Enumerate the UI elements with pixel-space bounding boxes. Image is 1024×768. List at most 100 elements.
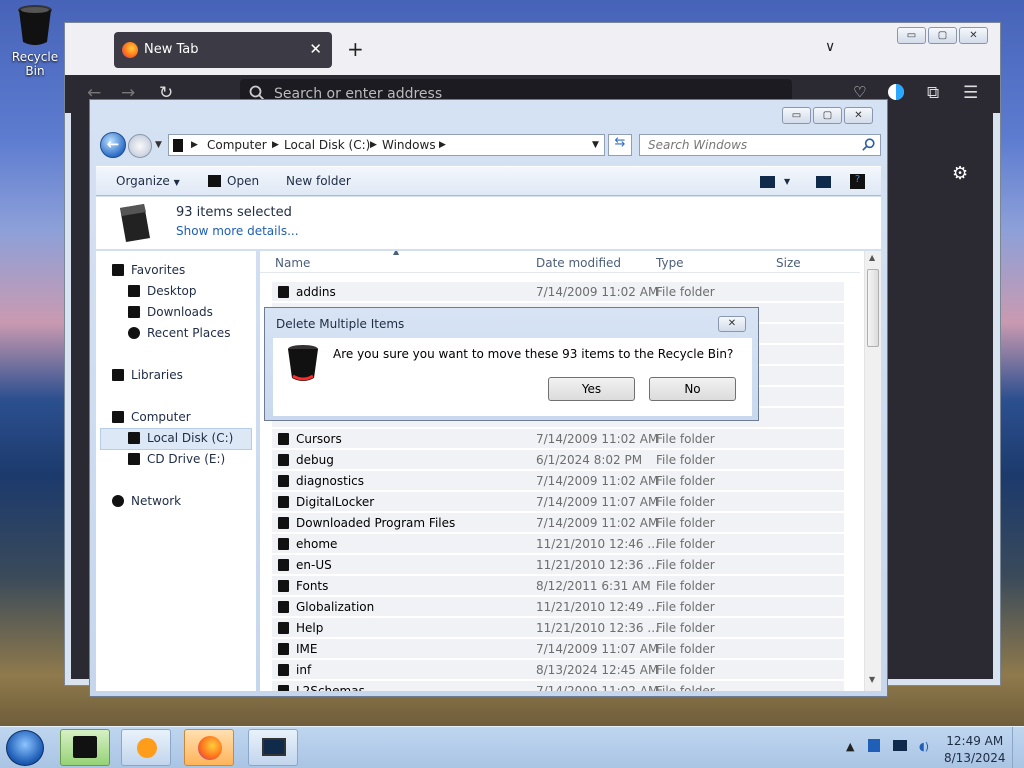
nav-item-computer[interactable]: Computer bbox=[112, 410, 191, 424]
new-tab-button[interactable]: + bbox=[347, 37, 364, 61]
scroll-up-icon[interactable]: ▲ bbox=[869, 253, 875, 262]
minimize-button[interactable]: ▭ bbox=[897, 27, 926, 44]
nav-item-network[interactable]: Network bbox=[112, 494, 181, 508]
refresh-button[interactable]: ⇆ bbox=[608, 134, 632, 156]
maximize-button[interactable]: ▢ bbox=[928, 27, 957, 44]
file-name: diagnostics bbox=[296, 474, 365, 488]
address-bar-row: ← ▼ ▶ Computer ▶ Local Disk (C:) ▶ Windo… bbox=[98, 132, 881, 162]
nav-item-desktop[interactable]: Desktop bbox=[128, 284, 197, 298]
close-button[interactable]: ✕ bbox=[959, 27, 988, 44]
table-row[interactable]: IME 7/14/2009 11:07 AM File folder bbox=[272, 639, 844, 659]
column-date[interactable]: Date modified bbox=[536, 256, 621, 270]
table-row[interactable]: addins 7/14/2009 11:02 AM File folder bbox=[272, 282, 844, 302]
taskbar-media-player[interactable] bbox=[121, 729, 171, 766]
extensions-icon[interactable]: ⧉ bbox=[927, 83, 939, 103]
file-type: File folder bbox=[656, 579, 715, 593]
table-row[interactable]: Globalization 11/21/2010 12:49 ... File fo… bbox=[272, 597, 844, 617]
desktop-recycle-bin-label: Recycle Bin bbox=[11, 50, 59, 78]
chevron-right-icon: ▶ bbox=[439, 140, 446, 150]
column-type[interactable]: Type bbox=[656, 256, 684, 270]
show-hidden-icons[interactable]: ▲ bbox=[846, 740, 854, 753]
table-row[interactable]: inf 8/13/2024 12:45 AM File folder bbox=[272, 660, 844, 680]
scrollbar-thumb[interactable] bbox=[867, 269, 879, 347]
column-name[interactable]: Name bbox=[275, 256, 310, 270]
list-tabs-button[interactable]: ∨ bbox=[825, 39, 835, 55]
nav-item-libraries[interactable]: Libraries bbox=[112, 368, 183, 382]
dialog-close-button[interactable]: ✕ bbox=[718, 316, 746, 332]
view-icon[interactable] bbox=[760, 176, 775, 188]
view-dropdown-icon[interactable]: ▼ bbox=[784, 177, 790, 186]
file-name: en-US bbox=[296, 558, 332, 572]
nav-item-cd-drive[interactable]: CD Drive (E:) bbox=[128, 452, 225, 466]
menu-icon[interactable]: ☰ bbox=[963, 83, 978, 103]
forward-button[interactable] bbox=[128, 134, 152, 158]
column-size[interactable]: Size bbox=[776, 256, 801, 270]
table-row[interactable]: debug 6/1/2024 8:02 PM File folder bbox=[272, 450, 844, 470]
table-row[interactable]: ehome 11/21/2010 12:46 ... File folder bbox=[272, 534, 844, 554]
chevron-down-icon[interactable]: ▼ bbox=[592, 140, 599, 150]
volume-icon[interactable]: ◖) bbox=[919, 740, 929, 753]
tab-new-tab[interactable]: New Tab ✕ bbox=[114, 32, 332, 68]
action-center-icon[interactable] bbox=[867, 739, 880, 752]
file-type: File folder bbox=[656, 684, 715, 691]
search-input[interactable]: Search Windows bbox=[639, 134, 881, 156]
file-date: 7/14/2009 11:07 AM bbox=[536, 495, 659, 509]
breadcrumb[interactable]: ▶ Computer ▶ Local Disk (C:) ▶ Windows ▶… bbox=[168, 134, 605, 156]
preview-pane-icon[interactable] bbox=[816, 176, 831, 188]
maximize-button[interactable]: ▢ bbox=[813, 107, 842, 124]
file-name: IME bbox=[296, 642, 318, 656]
table-row[interactable]: Fonts 8/12/2011 6:31 AM File folder bbox=[272, 576, 844, 596]
breadcrumb-computer[interactable]: Computer bbox=[207, 138, 267, 152]
table-row[interactable]: diagnostics 7/14/2009 11:02 AM File folder bbox=[272, 471, 844, 491]
table-row[interactable]: Cursors 7/14/2009 11:02 AM File folder bbox=[272, 429, 844, 449]
taskbar-explorer[interactable] bbox=[60, 729, 110, 766]
no-button[interactable]: No bbox=[649, 377, 736, 401]
vertical-scrollbar[interactable]: ▲ ▼ bbox=[864, 251, 881, 691]
taskbar: ▲ ◖) 12:49 AM 8/13/2024 bbox=[0, 726, 1024, 768]
table-row[interactable]: Downloaded Program Files 7/14/2009 11:02 … bbox=[272, 513, 844, 533]
folder-icon bbox=[278, 643, 289, 655]
help-icon[interactable]: ? bbox=[850, 174, 865, 189]
table-row[interactable]: Help 11/21/2010 12:36 ... File folder bbox=[272, 618, 844, 638]
yes-button[interactable]: Yes bbox=[548, 377, 635, 401]
show-more-details-link[interactable]: Show more details... bbox=[176, 224, 299, 238]
file-type: File folder bbox=[656, 285, 715, 299]
system-tray: ▲ ◖) bbox=[846, 739, 929, 753]
breadcrumb-windows[interactable]: Windows bbox=[382, 138, 436, 152]
navigation-pane: Favorites Desktop Downloads Recent Place… bbox=[96, 251, 256, 691]
table-row[interactable]: L2Schemas 7/14/2009 11:02 AM File folder bbox=[272, 681, 844, 691]
history-dropdown-icon[interactable]: ▼ bbox=[155, 140, 162, 150]
tab-title: New Tab bbox=[144, 42, 199, 57]
clock[interactable]: 12:49 AM 8/13/2024 bbox=[944, 733, 1006, 767]
close-button[interactable]: ✕ bbox=[844, 107, 873, 124]
organize-button[interactable]: Organize ▼ bbox=[116, 174, 180, 188]
desktop-recycle-bin[interactable]: Recycle Bin bbox=[4, 4, 66, 78]
theme-icon[interactable] bbox=[887, 83, 905, 101]
chevron-right-icon: ▶ bbox=[272, 140, 279, 150]
tab-close-button[interactable]: ✕ bbox=[309, 40, 322, 58]
start-button[interactable] bbox=[6, 730, 44, 766]
taskbar-display[interactable] bbox=[248, 729, 298, 766]
nav-item-downloads[interactable]: Downloads bbox=[128, 305, 213, 319]
libraries-icon bbox=[112, 369, 124, 381]
network-icon[interactable] bbox=[893, 740, 908, 751]
nav-item-favorites[interactable]: Favorites bbox=[112, 263, 185, 277]
open-button[interactable]: Open bbox=[208, 174, 259, 188]
table-row[interactable]: DigitalLocker 7/14/2009 11:07 AM File fold… bbox=[272, 492, 844, 512]
scroll-down-icon[interactable]: ▼ bbox=[869, 675, 875, 684]
recycle-bin-icon bbox=[17, 4, 53, 46]
gear-icon[interactable]: ⚙ bbox=[952, 163, 968, 184]
breadcrumb-local-disk[interactable]: Local Disk (C:) bbox=[284, 138, 370, 152]
nav-item-recent-places[interactable]: Recent Places bbox=[128, 326, 230, 340]
new-folder-button[interactable]: New folder bbox=[286, 174, 351, 188]
show-desktop-button[interactable] bbox=[1012, 727, 1024, 768]
table-row[interactable]: en-US 11/21/2010 12:36 ... File folder bbox=[272, 555, 844, 575]
dialog-message: Are you sure you want to move these 93 i… bbox=[333, 347, 734, 361]
taskbar-firefox[interactable] bbox=[184, 729, 234, 766]
file-type: File folder bbox=[656, 663, 715, 677]
minimize-button[interactable]: ▭ bbox=[782, 107, 811, 124]
file-type: File folder bbox=[656, 642, 715, 656]
desktop-icon bbox=[128, 285, 140, 297]
back-button[interactable]: ← bbox=[100, 132, 126, 158]
nav-item-local-disk[interactable]: Local Disk (C:) bbox=[128, 431, 233, 445]
